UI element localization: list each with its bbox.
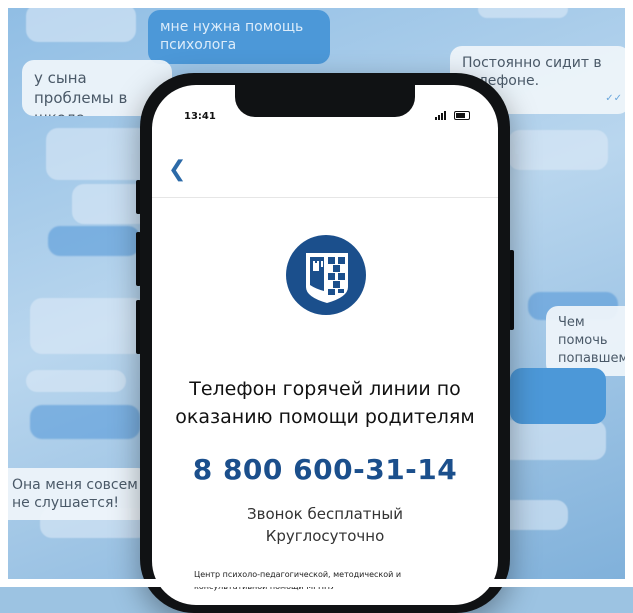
bubble-text: мне нужна помощь психолога [160,19,304,53]
chevron-left-icon: ❮ [168,157,187,182]
bubble-text: Чем помочь попавшему в ситуацию? [558,315,633,376]
faint-bubble [496,420,606,460]
battery-icon [454,111,470,120]
faint-bubble [26,370,126,392]
phone-screen: 13:41 ❮ Телефон горячей линии по оказани… [152,85,498,605]
hotline-title: Телефон горячей линии по оказанию помощи… [152,375,498,431]
chat-bubble: Она меня совсем не слушается! [0,468,150,520]
faint-bubble [26,4,136,42]
nav-bar: ❮ [152,145,498,198]
title-line: Телефон горячей линии по [189,378,461,400]
bubble-text: у сына проблемы в школе... [34,69,128,116]
title-line: оказанию помощи родителям [175,406,475,428]
footer-line: Центр психоло-педагогической, методическ… [194,570,402,579]
bubble-text: Она меня совсем не слушается! [12,477,138,511]
phone-frame: 13:41 ❮ Телефон горячей линии по оказани… [140,73,510,613]
faint-bubble [508,130,608,170]
chat-bubble-blue [510,368,606,424]
status-time: 13:41 [184,111,216,122]
status-icons [435,111,470,120]
faint-bubble [30,298,146,354]
faint-bubble [30,405,140,439]
mgppu-logo [286,235,366,315]
faint-bubble [478,0,568,18]
footer-line: консультативной помощи МГППУ [194,582,335,591]
hotline-phone-number[interactable]: 8 800 600-31-14 [152,453,498,486]
signal-icon [435,111,446,120]
availability-label: Круглосуточно [265,527,385,545]
chat-bubble: Чем помочь попавшему в ситуацию? [546,306,633,376]
phone-notch [235,85,415,117]
back-button[interactable]: ❮ [168,157,186,182]
call-info: Звонок бесплатный Круглосуточно [152,503,498,547]
free-call-label: Звонок бесплатный [247,505,403,523]
double-check-icon: ✓✓ [605,93,622,104]
chat-bubble-blue: мне нужна помощь психолога [148,10,330,64]
faint-bubble [48,226,140,256]
organization-footer: Центр психоло-педагогической, методическ… [194,569,464,593]
